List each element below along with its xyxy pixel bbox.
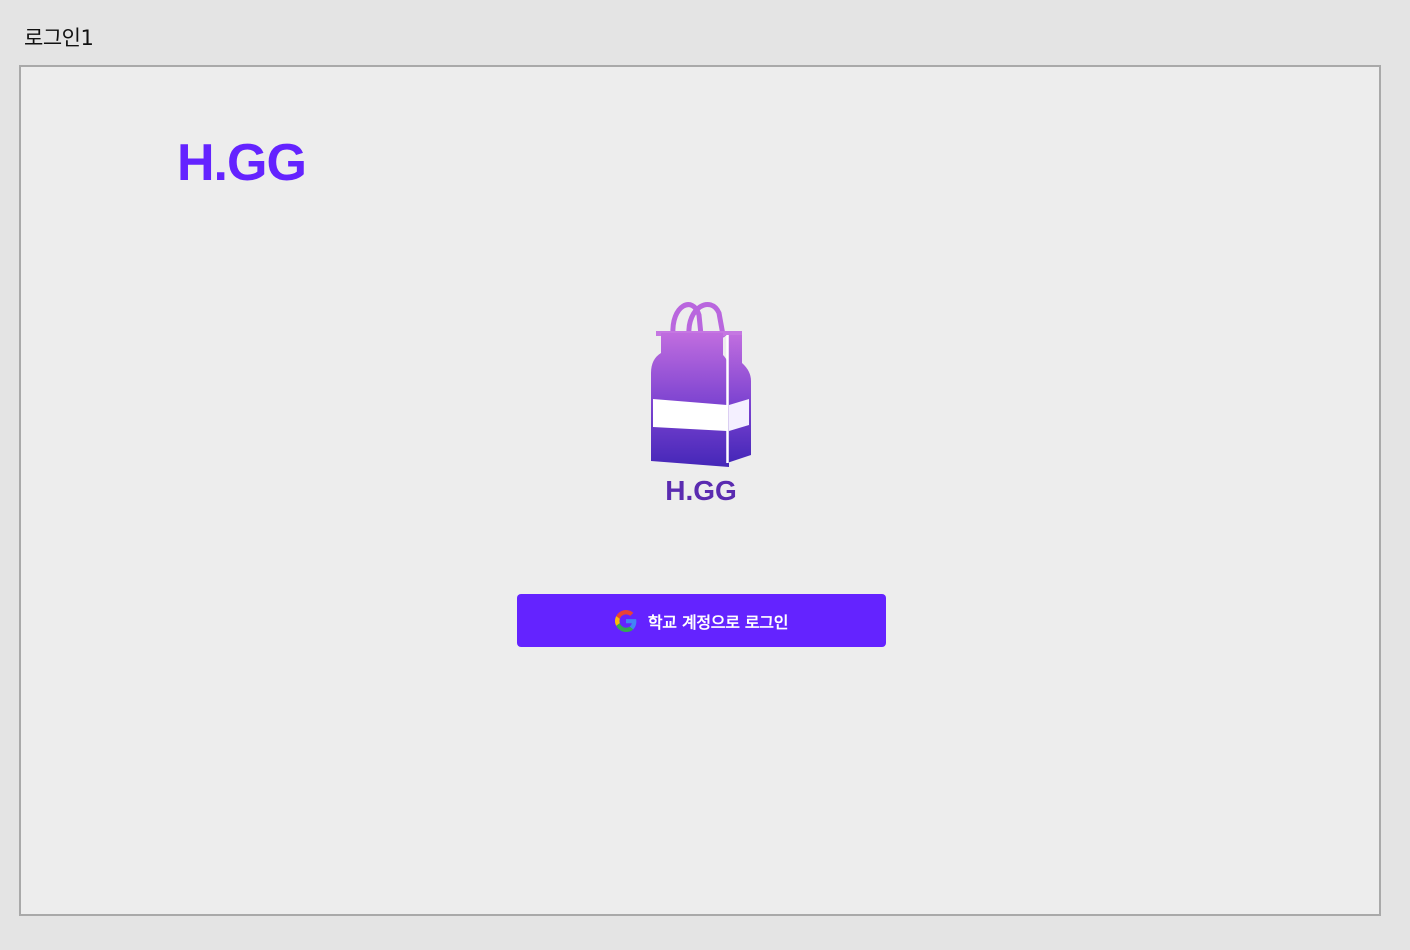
app-logo: H.GG — [641, 295, 761, 515]
login-button-label: 학교 계정으로 로그인 — [647, 612, 789, 632]
google-icon — [614, 609, 637, 632]
logo-text: H.GG — [665, 475, 737, 506]
shopping-bag-icon — [651, 302, 751, 467]
frame-label: 로그인1 — [24, 26, 94, 50]
google-login-button[interactable]: 학교 계정으로 로그인 — [517, 594, 886, 647]
brand-title: H.GG — [177, 134, 307, 192]
login-screen: H.GG H.GG 학교 계정으로 로그인 — [19, 65, 1381, 916]
